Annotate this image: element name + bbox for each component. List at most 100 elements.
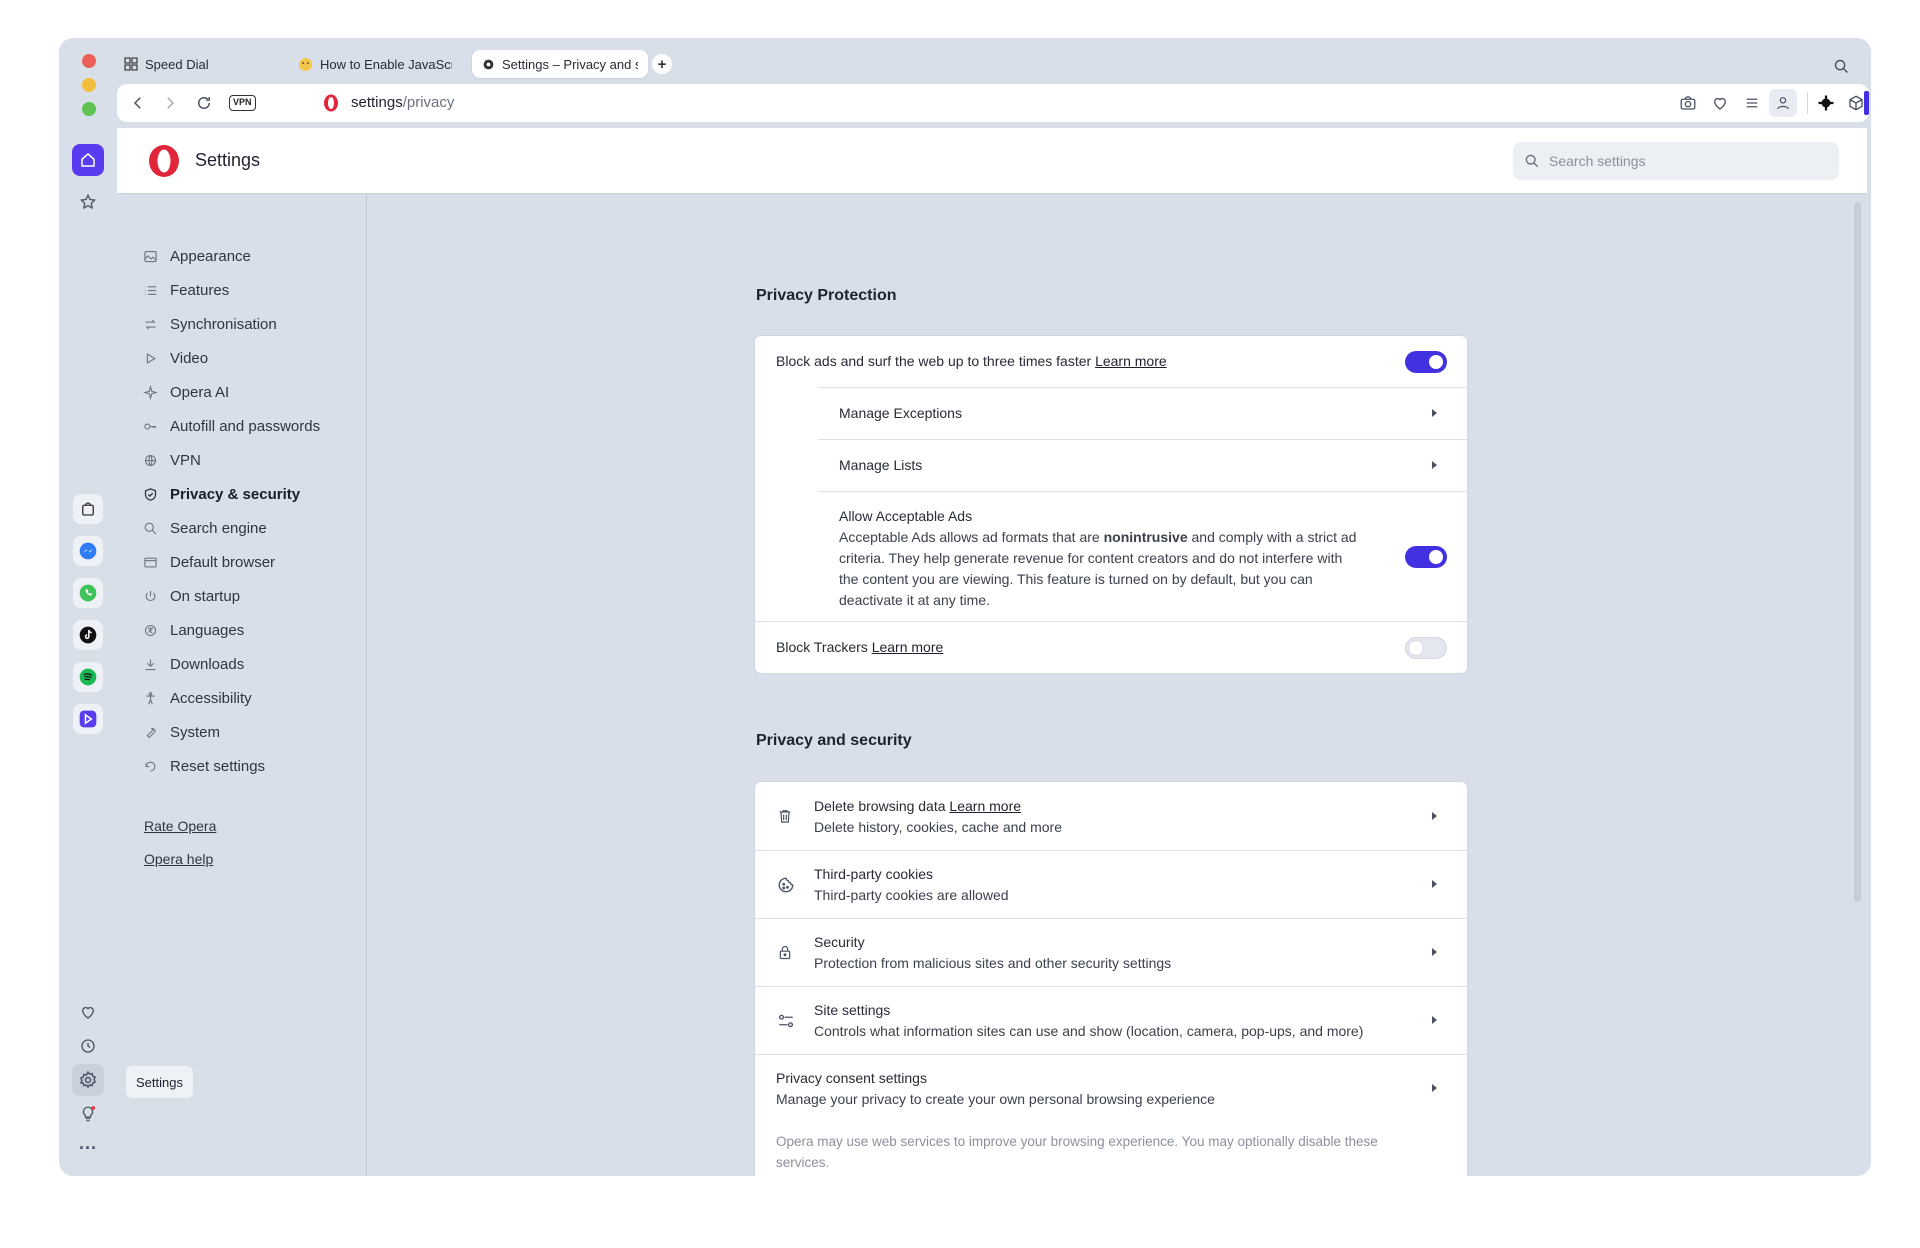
opera-logo-icon [323,94,339,112]
acceptable-ads-toggle[interactable] [1405,546,1447,568]
new-tab-button[interactable]: + [652,54,672,74]
sidebar-item-vpn[interactable]: VPN [142,448,201,472]
tab-speed-dial[interactable]: Speed Dial [114,50,274,78]
tiktok-app-button[interactable] [73,620,103,650]
block-trackers-label: Block Trackers [776,639,868,655]
bookmark-page-button[interactable] [1711,94,1729,112]
reload-icon [195,94,213,112]
toolbar-divider [1807,92,1808,114]
acceptable-ads-description: Acceptable Ads allows ad formats that ar… [839,529,1357,545]
search-icon [142,520,158,536]
sidebar-item-on-startup[interactable]: On startup [142,584,240,608]
block-ads-label: Block ads and surf the web up to three t… [776,353,1092,369]
tips-button[interactable] [72,1098,104,1130]
snapshot-button[interactable] [1679,94,1697,112]
block-trackers-row: Block Trackers Learn more [755,622,1467,673]
profile-button[interactable] [1769,89,1797,117]
messenger-app-button[interactable] [73,536,103,566]
content-scrollbar[interactable] [1854,202,1861,902]
shopping-app-button[interactable] [73,494,103,524]
crypto-wallet-button[interactable] [1847,94,1865,112]
sidebar-item-features[interactable]: Features [142,278,229,302]
site-settings-row[interactable]: Site settings Controls what information … [755,987,1467,1054]
user-icon [1775,95,1791,111]
play-icon [142,350,158,366]
manage-lists-row[interactable]: Manage Lists [755,440,1467,491]
maximize-window-button[interactable] [82,102,96,116]
sidebar-item-languages[interactable]: Languages [142,618,244,642]
rate-opera-link[interactable]: Rate Opera [144,818,216,834]
power-icon [142,588,158,604]
more-button[interactable]: ··· [72,1132,104,1164]
home-button[interactable] [72,144,104,176]
sidebar-item-reset-settings[interactable]: Reset settings [142,754,265,778]
sparkle-icon [142,384,158,400]
address-bar: VPN settings/privacy [117,84,1869,122]
menu-lines-icon [1743,94,1761,112]
settings-search [1513,142,1839,180]
close-window-button[interactable] [82,54,96,68]
sidebar-item-default-browser[interactable]: Default browser [142,550,275,574]
search-settings-input[interactable] [1549,142,1829,180]
history-button[interactable] [72,1030,104,1062]
clock-icon [79,1037,97,1055]
vpn-badge[interactable]: VPN [229,95,256,111]
whatsapp-app-button[interactable] [73,578,103,608]
minimize-window-button[interactable] [82,78,96,92]
page-title: Settings [195,150,261,170]
sidebar-item-autofill[interactable]: Autofill and passwords [142,414,320,438]
manage-exceptions-label: Manage Exceptions [839,405,962,421]
privacy-consent-row[interactable]: Privacy consent settings Manage your pri… [755,1055,1467,1122]
url-text[interactable]: settings/privacy [351,94,454,111]
delete-browsing-data-row[interactable]: Delete browsing data Learn more Delete h… [755,782,1467,850]
acceptable-ads-row: Allow Acceptable Ads Acceptable Ads allo… [755,492,1467,621]
settings-header: Settings [117,128,1867,194]
delete-browsing-data-learn-more-link[interactable]: Learn more [949,798,1021,814]
block-trackers-toggle[interactable] [1405,637,1447,659]
reset-icon [142,758,158,774]
lightbulb-icon [79,1105,97,1123]
heart-icon [1711,94,1729,112]
opera-help-link[interactable]: Opera help [144,851,213,867]
reload-button[interactable] [195,94,213,112]
opera-logo-icon [147,144,181,178]
forward-button[interactable] [161,94,179,112]
manage-lists-label: Manage Lists [839,457,923,473]
spotify-app-button[interactable] [73,662,103,692]
sidebar-item-accessibility[interactable]: Accessibility [142,686,252,710]
block-ads-learn-more-link[interactable]: Learn more [1095,353,1167,369]
chevron-right-icon [161,94,179,112]
chevron-right-icon [1432,1016,1437,1024]
tab-settings-privacy[interactable]: Settings – Privacy and s [472,50,648,78]
chevron-right-icon [1432,880,1437,888]
extensions-button[interactable] [1817,94,1835,112]
sidebar-item-downloads[interactable]: Downloads [142,652,244,676]
sidebar-item-privacy-security[interactable]: Privacy & security [142,482,300,506]
third-party-cookies-row[interactable]: Third-party cookies Third-party cookies … [755,851,1467,918]
block-ads-toggle[interactable] [1405,351,1447,373]
url-host: settings [351,94,403,111]
sidebar-item-synchronisation[interactable]: Synchronisation [142,312,277,336]
settings-rail-button[interactable] [72,1064,104,1096]
sidebar-item-video[interactable]: Video [142,346,208,370]
sidebar-item-appearance[interactable]: Appearance [142,244,251,268]
sidebar-item-search-engine[interactable]: Search engine [142,516,267,540]
manage-exceptions-row[interactable]: Manage Exceptions [755,388,1467,439]
favorites-button[interactable] [72,996,104,1028]
tab-javascript-guide[interactable]: How to Enable JavaScrip [288,50,462,78]
sidebar-item-system[interactable]: System [142,720,220,744]
block-trackers-learn-more-link[interactable]: Learn more [872,639,944,655]
settings-page: Settings Appearance Features Synchronisa… [117,128,1867,1176]
gear-icon [482,58,495,71]
bookmarks-button[interactable] [72,186,104,218]
easy-setup-button[interactable] [1743,94,1761,112]
security-row[interactable]: Security Protection from malicious sites… [755,919,1467,986]
player-app-button[interactable] [73,704,103,734]
third-party-cookies-title: Third-party cookies [814,866,934,882]
sidebar-item-opera-ai[interactable]: Opera AI [142,380,229,404]
tab-search-button[interactable] [1833,58,1850,75]
tiktok-icon [78,625,98,645]
back-button[interactable] [129,94,147,112]
download-icon [142,656,158,672]
star-icon [79,193,97,211]
